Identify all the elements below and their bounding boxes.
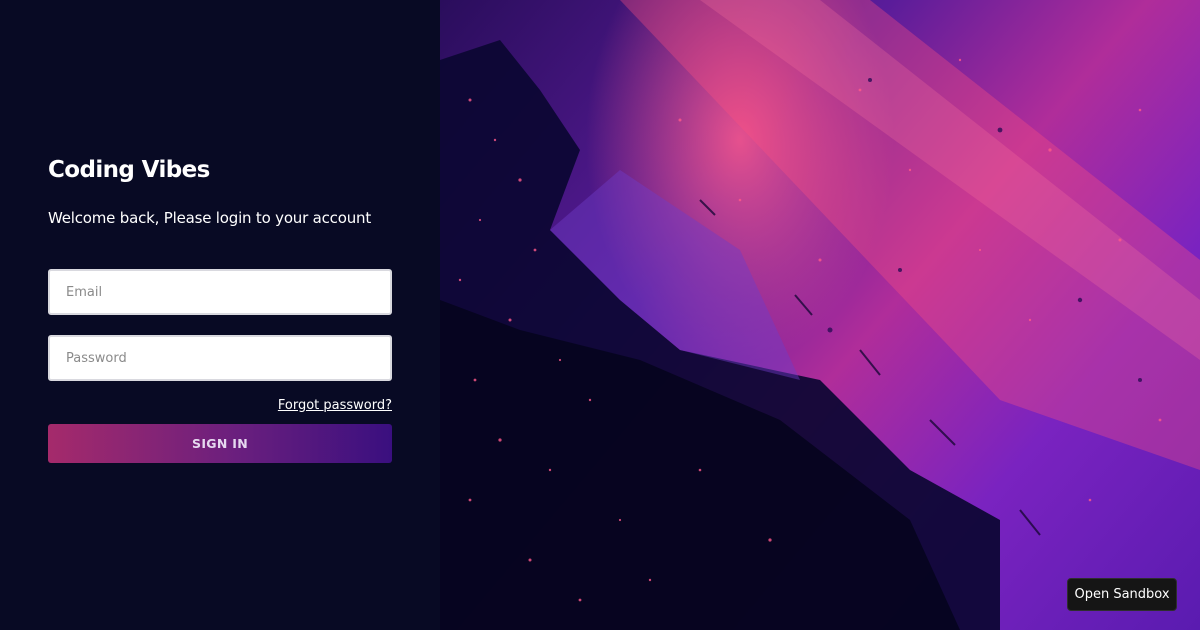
hero-background-image bbox=[440, 0, 1200, 630]
open-sandbox-button[interactable]: Open Sandbox bbox=[1067, 578, 1177, 611]
password-field[interactable] bbox=[48, 335, 392, 381]
email-field[interactable] bbox=[48, 269, 392, 315]
hero-image-artwork bbox=[440, 0, 1200, 630]
login-panel: Coding Vibes Welcome back, Please login … bbox=[0, 0, 440, 630]
sign-in-button[interactable]: SIGN IN bbox=[48, 424, 392, 463]
app-title: Coding Vibes bbox=[48, 157, 210, 183]
login-subtitle: Welcome back, Please login to your accou… bbox=[48, 209, 371, 227]
forgot-password-link[interactable]: Forgot password? bbox=[278, 398, 392, 413]
